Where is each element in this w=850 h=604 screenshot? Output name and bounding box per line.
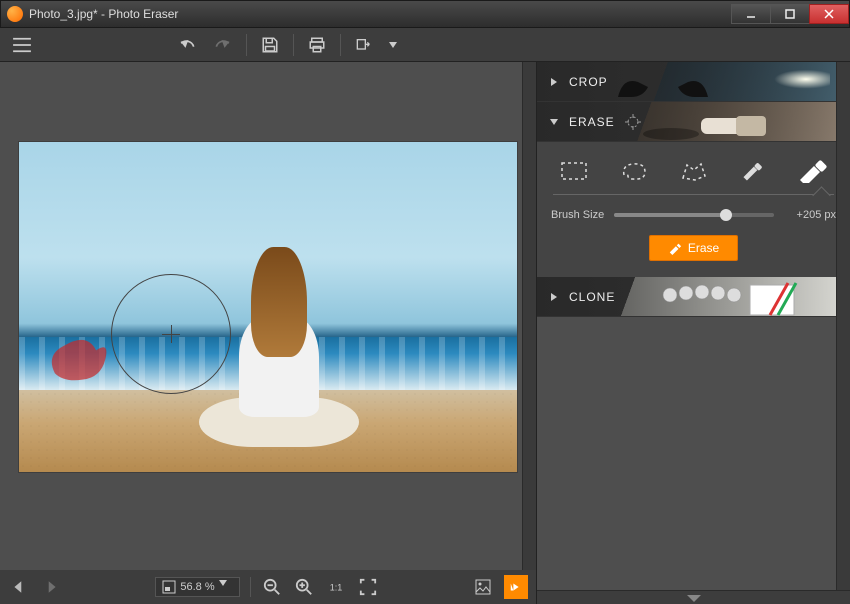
clone-decor-icon — [620, 281, 800, 317]
accordion-erase[interactable]: ERASE — [537, 102, 850, 142]
zoom-value: 56.8 % — [180, 581, 214, 593]
brush-cursor — [111, 274, 231, 394]
undo-button[interactable] — [176, 34, 198, 56]
panel-resize-handle[interactable] — [537, 590, 850, 604]
redo-button[interactable] — [212, 34, 234, 56]
brush-size-slider[interactable] — [614, 213, 774, 217]
target-icon — [625, 114, 641, 130]
erase-button[interactable]: Erase — [649, 235, 738, 261]
window-close-button[interactable] — [809, 4, 849, 24]
fit-screen-button[interactable] — [357, 576, 379, 598]
menu-button[interactable] — [0, 28, 44, 62]
tool-brush-small[interactable] — [736, 158, 770, 184]
erase-decor-icon — [641, 110, 771, 142]
apply-button[interactable] — [504, 575, 528, 599]
accordion-clone[interactable]: CLONE — [537, 277, 850, 317]
svg-text:1:1: 1:1 — [329, 583, 342, 593]
clone-label: CLONE — [569, 290, 615, 304]
status-bar: 56.8 % 1:1 — [0, 570, 536, 604]
chevron-down-icon — [549, 117, 559, 127]
compare-button[interactable] — [472, 576, 494, 598]
export-button[interactable] — [353, 34, 375, 56]
zoom-in-button[interactable] — [293, 576, 315, 598]
prev-button[interactable] — [8, 576, 30, 598]
canvas-area: 56.8 % 1:1 — [0, 62, 537, 604]
brush-size-value: +205 px — [784, 209, 836, 221]
zoom-display[interactable]: 56.8 % — [155, 577, 239, 597]
erase-panel: Brush Size +205 px Erase — [537, 142, 850, 277]
side-panel: CROP ERASE — [537, 62, 850, 604]
tool-poly-select[interactable] — [677, 158, 711, 184]
crop-decor-icon — [603, 72, 723, 102]
erase-label: ERASE — [569, 115, 615, 129]
save-button[interactable] — [259, 34, 281, 56]
window-titlebar: Photo_3.jpg* - Photo Eraser — [0, 0, 850, 28]
maximize-button[interactable] — [770, 4, 810, 24]
minimize-button[interactable] — [731, 4, 771, 24]
accordion-crop[interactable]: CROP — [537, 62, 850, 102]
fit-width-button[interactable]: 1:1 — [325, 576, 347, 598]
app-icon — [7, 6, 23, 22]
brush-size-label: Brush Size — [551, 209, 604, 221]
canvas-scrollbar-vertical[interactable] — [522, 62, 536, 570]
window-title: Photo_3.jpg* - Photo Eraser — [29, 7, 732, 21]
side-scrollbar[interactable] — [836, 62, 850, 604]
eraser-icon — [668, 241, 682, 255]
tool-brush-large[interactable] — [796, 158, 830, 184]
chevron-right-icon — [549, 292, 559, 302]
chevron-right-icon — [549, 77, 559, 87]
next-button[interactable] — [40, 576, 62, 598]
tool-rect-select[interactable] — [557, 158, 591, 184]
tool-lasso-select[interactable] — [617, 158, 651, 184]
print-button[interactable] — [306, 34, 328, 56]
photo-canvas[interactable] — [19, 142, 517, 472]
export-dropdown-icon[interactable] — [389, 42, 397, 48]
tool-indicator — [553, 194, 834, 195]
zoom-out-button[interactable] — [261, 576, 283, 598]
main-toolbar — [0, 28, 850, 62]
erase-button-label: Erase — [688, 241, 719, 255]
